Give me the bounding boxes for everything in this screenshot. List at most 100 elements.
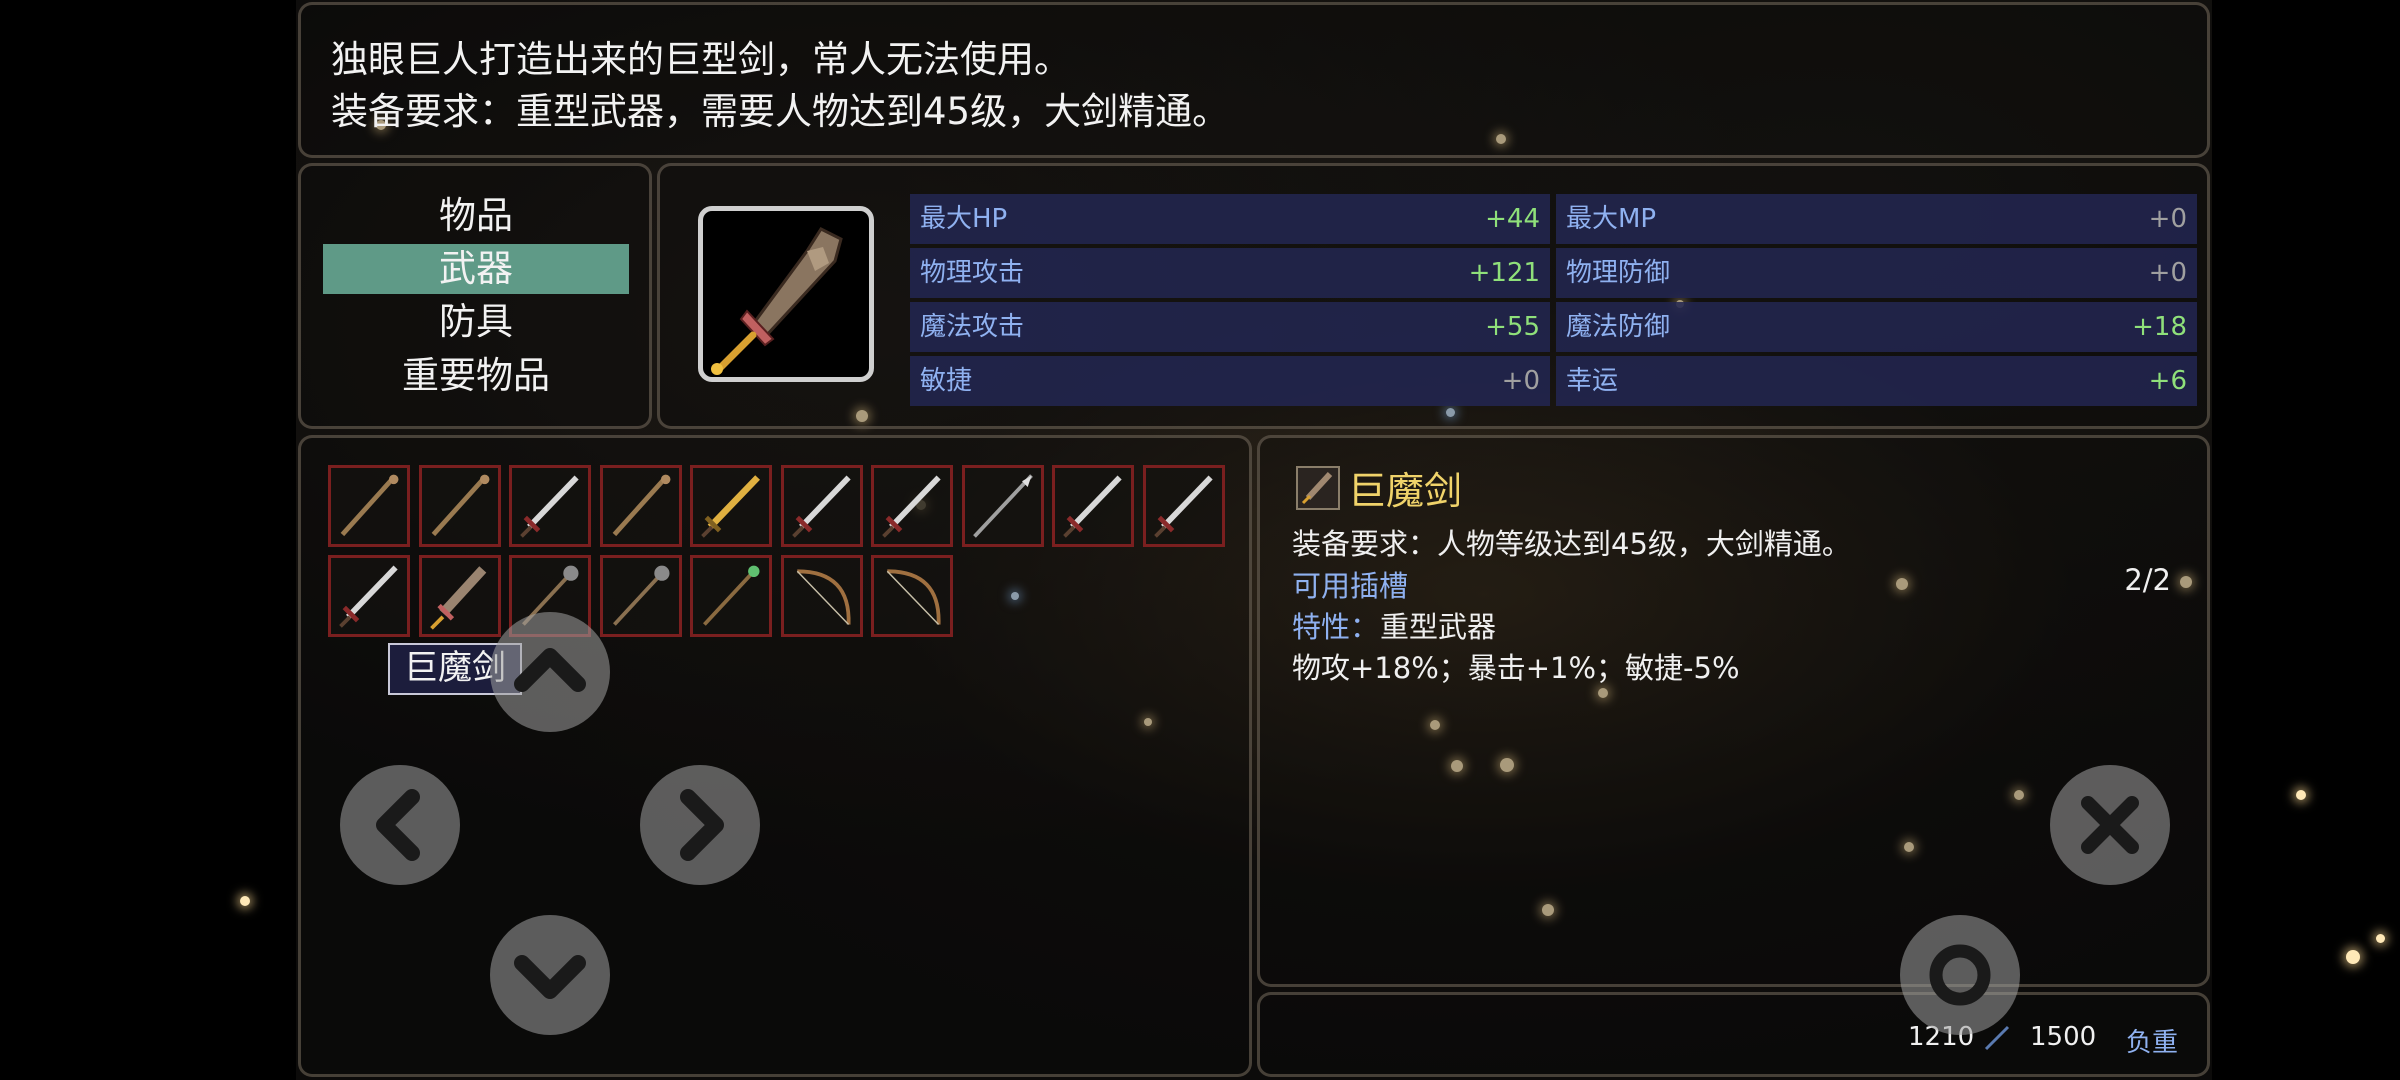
stat-label: 最大MP: [1566, 204, 1657, 234]
star: [2346, 950, 2360, 964]
star: [240, 896, 250, 906]
weight-max: 1500: [2030, 1022, 2097, 1052]
inventory-slot[interactable]: [690, 555, 772, 637]
stat-luck: 幸运 +6: [1556, 356, 2197, 406]
stat-value: +0: [1501, 366, 1540, 396]
detail-trait-value: 重型武器: [1380, 610, 1497, 644]
bow-icon: [796, 569, 851, 625]
detail-requirement: 装备要求：人物等级达到45级，大剑精通。: [1292, 527, 1851, 561]
down-button[interactable]: [490, 915, 610, 1035]
bow-icon: [886, 569, 941, 625]
weight-label: 负重: [2126, 1028, 2179, 1058]
golden-sword-icon: [701, 475, 760, 538]
inventory-slot[interactable]: [599, 555, 682, 637]
stat-label: 魔法攻击: [920, 312, 1025, 342]
description-line-1: 独眼巨人打造出来的巨型剑，常人无法使用。: [331, 38, 1071, 81]
inventory-slot[interactable]: [1142, 465, 1225, 547]
inventory-grid-panel: 巨魔剑: [298, 435, 1252, 1077]
stat-label: 最大HP: [920, 204, 1008, 234]
close-icon: [2081, 796, 2139, 854]
confirm-button[interactable]: [1900, 915, 2020, 1035]
category-armor[interactable]: 防具: [323, 297, 629, 347]
detail-item-name: 巨魔剑: [1348, 469, 1463, 513]
stat-max-hp: 最大HP +44: [910, 194, 1550, 244]
item-detail-panel: 巨魔剑 装备要求：人物等级达到45级，大剑精通。 可用插槽 2/2 特性： 重型…: [1257, 435, 2210, 987]
chevron-up-icon: [514, 648, 586, 692]
inventory-slot[interactable]: [328, 555, 410, 637]
stat-label: 物理防御: [1566, 258, 1671, 288]
stat-label: 敏捷: [920, 366, 973, 396]
stat-magic-defense: 魔法防御 +18: [1556, 302, 2197, 352]
inventory-slot[interactable]: [599, 465, 682, 547]
category-menu: 物品 武器 防具 重要物品: [298, 163, 652, 429]
stat-value: +44: [1485, 204, 1540, 234]
stat-value: +55: [1485, 312, 1540, 342]
greatsword-icon: [429, 566, 486, 630]
detail-slots-label: 可用插槽: [1292, 569, 1409, 603]
stat-value: +18: [2132, 312, 2187, 342]
inventory-slot[interactable]: [418, 555, 501, 637]
chevron-left-icon: [376, 789, 420, 861]
staff-icon: [431, 474, 489, 537]
stat-physical-attack: 物理攻击 +121: [910, 248, 1550, 298]
stat-value: +0: [2148, 258, 2187, 288]
spear-icon: [972, 474, 1033, 538]
star: [2376, 934, 2385, 943]
inventory-slot[interactable]: [961, 465, 1044, 547]
weight-panel: 1210 1500 负重: [1257, 992, 2210, 1077]
mace-icon: [612, 565, 669, 626]
category-weapons[interactable]: 武器: [323, 244, 629, 294]
stat-label: 物理攻击: [920, 258, 1025, 288]
stat-row: 物理攻击 +121 物理防御 +0: [910, 248, 2197, 298]
category-key-items[interactable]: 重要物品: [323, 351, 629, 401]
sword-icon: [882, 475, 941, 538]
detail-item-icon: [1296, 466, 1340, 510]
staff-icon: [612, 474, 670, 537]
chevron-down-icon: [514, 955, 586, 999]
stat-magic-attack: 魔法攻击 +55: [910, 302, 1550, 352]
stat-label: 魔法防御: [1566, 312, 1671, 342]
sword-icon: [520, 475, 579, 538]
inventory-slot[interactable]: [871, 555, 953, 637]
ring-icon: [1929, 944, 1991, 1006]
stat-label: 幸运: [1566, 366, 1619, 396]
greatsword-icon: [711, 227, 843, 375]
detail-slots-value: 2/2: [2124, 563, 2171, 597]
stat-agility: 敏捷 +0: [910, 356, 1550, 406]
chevron-right-icon: [680, 789, 724, 861]
inventory-slot[interactable]: [871, 465, 953, 547]
inventory-slot[interactable]: [780, 555, 863, 637]
stat-value: +6: [2148, 366, 2187, 396]
inventory-slot[interactable]: [1052, 465, 1134, 547]
inventory-slot[interactable]: [509, 465, 591, 547]
sword-icon: [1063, 475, 1122, 538]
stat-row: 敏捷 +0 幸运 +6: [910, 356, 2197, 406]
sword-icon: [1153, 475, 1213, 538]
close-button[interactable]: [2050, 765, 2170, 885]
gem-staff-icon: [703, 565, 760, 626]
item-portrait: [698, 206, 874, 382]
stat-value: +121: [1468, 258, 1540, 288]
star: [2296, 790, 2306, 800]
detail-trait-label: 特性：: [1292, 610, 1380, 644]
sword-icon: [791, 475, 851, 538]
left-button[interactable]: [340, 765, 460, 885]
equipment-stats-panel: 最大HP +44 最大MP +0 物理攻击 +121 物理防御 +0 魔法攻击 …: [657, 163, 2210, 429]
sword-icon: [339, 565, 398, 628]
description-line-2: 装备要求：重型武器，需要人物达到45级，大剑精通。: [331, 90, 1230, 133]
stat-value: +0: [2148, 204, 2187, 234]
stat-row: 最大HP +44 最大MP +0: [910, 194, 2197, 244]
stat-max-mp: 最大MP +0: [1556, 194, 2197, 244]
right-button[interactable]: [640, 765, 760, 885]
inventory-slot[interactable]: [418, 465, 501, 547]
greatsword-icon: [1301, 471, 1333, 505]
detail-effects: 物攻+18%；暴击+1%；敏捷-5%: [1292, 651, 1740, 685]
up-button[interactable]: [490, 612, 610, 732]
category-items[interactable]: 物品: [323, 191, 629, 241]
inventory-slot[interactable]: [328, 465, 410, 547]
item-description-panel: 独眼巨人打造出来的巨型剑，常人无法使用。 装备要求：重型武器，需要人物达到45级…: [298, 2, 2210, 158]
stat-physical-defense: 物理防御 +0: [1556, 248, 2197, 298]
inventory-slot[interactable]: [780, 465, 863, 547]
inventory-slot[interactable]: [690, 465, 772, 547]
stat-row: 魔法攻击 +55 魔法防御 +18: [910, 302, 2197, 352]
